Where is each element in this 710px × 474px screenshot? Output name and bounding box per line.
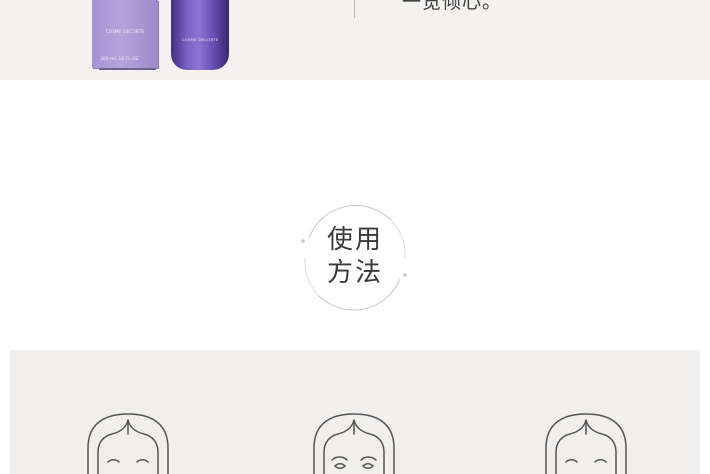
section-title-badge: 使用 方法 [300, 203, 410, 313]
section-title-line2: 方法 [326, 258, 383, 288]
product-bottle-image: COSME DECORTE [171, 0, 229, 70]
product-box-brand: COSME DECORTE [105, 29, 145, 34]
face-illustration-2 [308, 412, 400, 474]
face-illustration-3 [540, 412, 632, 474]
section-title-line1: 使用 [326, 225, 383, 255]
usage-steps-panel [10, 350, 700, 474]
product-hero-band: COSME DECORTE 300 mL 10 FL OZ COSME DECO… [0, 0, 710, 80]
divider-line [354, 0, 355, 18]
product-box-volume: 300 mL 10 FL OZ [100, 57, 139, 62]
bottle-brand-label: COSME DECORTE [181, 37, 219, 42]
face-illustration-1 [82, 412, 174, 474]
product-box-image: COSME DECORTE 300 mL 10 FL OZ [92, 0, 158, 68]
hero-caption: 一览倾心。 [402, 0, 503, 13]
product-box-shadow [99, 68, 156, 70]
